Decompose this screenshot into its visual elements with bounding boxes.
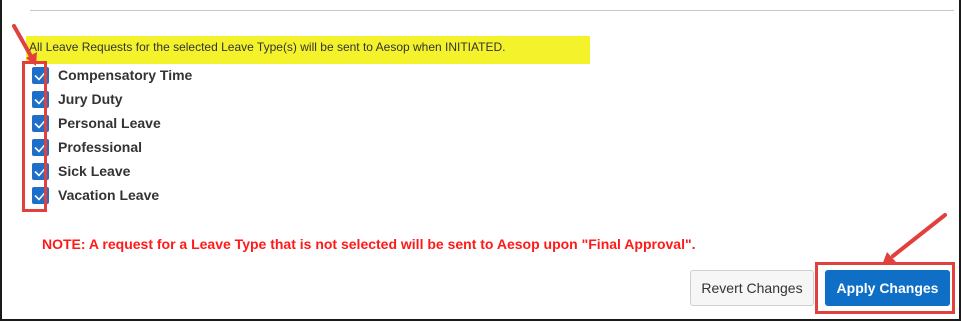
annotation-arrow-icon: [12, 24, 947, 265]
